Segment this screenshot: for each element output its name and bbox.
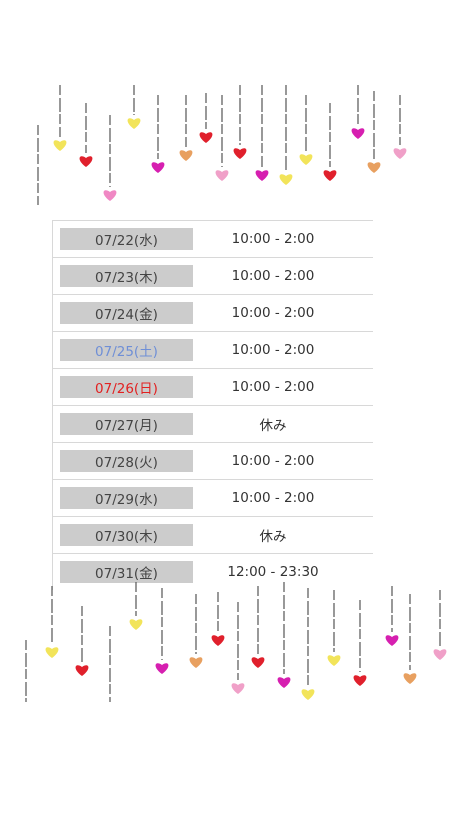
- schedule-row: 07/23(木) 10:00 - 2:00: [53, 257, 373, 294]
- date-cell: 07/27(月): [60, 413, 193, 435]
- hanging-heart-icon: [279, 174, 293, 185]
- date-cell: 07/30(木): [60, 524, 193, 546]
- hanging-heart-icon: [103, 190, 117, 201]
- hanging-heart-icon: [215, 170, 229, 181]
- date-cell: 07/24(金): [60, 302, 193, 324]
- hanging-heart-icon: [353, 675, 367, 686]
- hours-cell: 12:00 - 23:30: [227, 564, 319, 580]
- hanging-heart-icon: [301, 689, 315, 700]
- schedule-row: 07/25(土) 10:00 - 2:00: [53, 331, 373, 368]
- hanging-heart-icon: [323, 170, 337, 181]
- schedule-table: 07/22(水) 10:00 - 2:00 07/23(木) 10:00 - 2…: [52, 220, 373, 590]
- hanging-heart-icon: [351, 128, 365, 139]
- date-cell: 07/22(水): [60, 228, 193, 250]
- hanging-heart-icon: [45, 647, 59, 658]
- hanging-hearts-bottom: [25, 582, 447, 702]
- hanging-heart-icon: [75, 665, 89, 676]
- hanging-heart-icon: [393, 148, 407, 159]
- hanging-heart-icon: [403, 673, 417, 684]
- hanging-heart-icon: [251, 657, 265, 668]
- hours-cell: 10:00 - 2:00: [231, 268, 315, 284]
- schedule-row: 07/26(日) 10:00 - 2:00: [53, 368, 373, 405]
- date-cell-sunday: 07/26(日): [60, 376, 193, 398]
- hours-cell: 10:00 - 2:00: [231, 231, 315, 247]
- hanging-heart-icon: [231, 683, 245, 694]
- hanging-heart-icon: [155, 663, 169, 674]
- schedule-row: 07/22(水) 10:00 - 2:00: [53, 220, 373, 257]
- schedule-row: 07/29(水) 10:00 - 2:00: [53, 479, 373, 516]
- schedule-row: 07/30(木) 休み: [53, 516, 373, 553]
- hanging-heart-icon: [327, 655, 341, 666]
- date-cell: 07/28(火): [60, 450, 193, 472]
- hanging-heart-icon: [385, 635, 399, 646]
- hanging-heart-icon: [367, 162, 381, 173]
- hanging-heart-icon: [233, 148, 247, 159]
- date-cell-saturday: 07/25(土): [60, 339, 193, 361]
- hours-cell: 10:00 - 2:00: [231, 490, 315, 506]
- hanging-heart-icon: [189, 657, 203, 668]
- hanging-heart-icon: [129, 619, 143, 630]
- hours-cell: 休み: [259, 529, 287, 545]
- hanging-heart-icon: [127, 118, 141, 129]
- hours-cell: 10:00 - 2:00: [231, 453, 315, 469]
- schedule-row: 07/28(火) 10:00 - 2:00: [53, 442, 373, 479]
- hanging-heart-icon: [211, 635, 225, 646]
- schedule-row: 07/24(金) 10:00 - 2:00: [53, 294, 373, 331]
- hours-cell: 10:00 - 2:00: [231, 342, 315, 358]
- hanging-heart-icon: [53, 140, 67, 151]
- hanging-hearts-top: [37, 85, 407, 205]
- date-cell: 07/29(水): [60, 487, 193, 509]
- hanging-heart-icon: [299, 154, 313, 165]
- hanging-heart-icon: [79, 156, 93, 167]
- date-cell: 07/31(金): [60, 561, 193, 583]
- hanging-heart-icon: [433, 649, 447, 660]
- hours-cell: 10:00 - 2:00: [231, 379, 315, 395]
- date-cell: 07/23(木): [60, 265, 193, 287]
- hanging-heart-icon: [255, 170, 269, 181]
- schedule-row: 07/27(月) 休み: [53, 405, 373, 442]
- hanging-heart-icon: [277, 677, 291, 688]
- hanging-heart-icon: [151, 162, 165, 173]
- hours-cell: 休み: [259, 418, 287, 434]
- hanging-heart-icon: [199, 132, 213, 143]
- hours-cell: 10:00 - 2:00: [231, 305, 315, 321]
- hanging-heart-icon: [179, 150, 193, 161]
